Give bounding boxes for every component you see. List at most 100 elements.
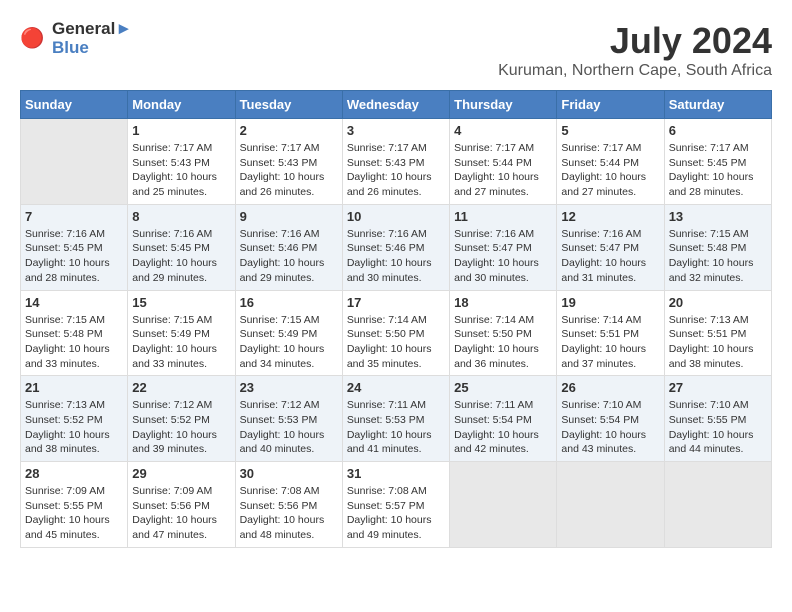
week-row-2: 7Sunrise: 7:16 AM Sunset: 5:45 PM Daylig… (21, 204, 772, 290)
day-info: Sunrise: 7:14 AM Sunset: 5:50 PM Dayligh… (347, 313, 445, 372)
day-info: Sunrise: 7:10 AM Sunset: 5:54 PM Dayligh… (561, 398, 659, 457)
day-info: Sunrise: 7:09 AM Sunset: 5:55 PM Dayligh… (25, 484, 123, 543)
day-number: 21 (25, 380, 123, 395)
calendar-cell: 17 Sunrise: 7:14 AM Sunset: 5:50 PM Dayli… (342, 290, 449, 376)
calendar-cell: 11Sunrise: 7:16 AM Sunset: 5:47 PM Dayli… (450, 204, 557, 290)
calendar-cell: 14 Sunrise: 7:15 AM Sunset: 5:48 PM Dayli… (21, 290, 128, 376)
calendar-cell: 16Sunrise: 7:15 AM Sunset: 5:49 PM Dayli… (235, 290, 342, 376)
day-info: Sunrise: 7:08 AM Sunset: 5:57 PM Dayligh… (347, 484, 445, 543)
day-number: 1 (132, 123, 230, 138)
day-info: Sunrise: 7:11 AM Sunset: 5:54 PM Dayligh… (454, 398, 552, 457)
day-info: Sunrise: 7:16 AM Sunset: 5:47 PM Dayligh… (454, 227, 552, 286)
week-row-1: 1 Sunrise: 7:17 AM Sunset: 5:43 PM Daylig… (21, 119, 772, 205)
day-info: Sunrise: 7:16 AM Sunset: 5:45 PM Dayligh… (132, 227, 230, 286)
day-number: 23 (240, 380, 338, 395)
day-info: Sunrise: 7:15 AM Sunset: 5:48 PM Dayligh… (669, 227, 767, 286)
day-number: 20 (669, 295, 767, 310)
empty-cell (21, 119, 128, 205)
day-info: Sunrise: 7:12 AM Sunset: 5:52 PM Dayligh… (132, 398, 230, 457)
day-number: 3 (347, 123, 445, 138)
day-info: Sunrise: 7:14 AM Sunset: 5:50 PM Dayligh… (454, 313, 552, 372)
day-info: Sunrise: 7:09 AM Sunset: 5:56 PM Dayligh… (132, 484, 230, 543)
day-info: Sunrise: 7:17 AM Sunset: 5:44 PM Dayligh… (454, 141, 552, 200)
calendar-cell: 20 Sunrise: 7:13 AM Sunset: 5:51 PM Dayli… (664, 290, 771, 376)
col-wednesday: Wednesday (342, 91, 449, 119)
calendar-cell: 26Sunrise: 7:10 AM Sunset: 5:54 PM Dayli… (557, 376, 664, 462)
col-saturday: Saturday (664, 91, 771, 119)
empty-cell (450, 462, 557, 548)
calendar-cell: 18 Sunrise: 7:14 AM Sunset: 5:50 PM Dayli… (450, 290, 557, 376)
day-info: Sunrise: 7:16 AM Sunset: 5:46 PM Dayligh… (240, 227, 338, 286)
day-number: 12 (561, 209, 659, 224)
day-info: Sunrise: 7:16 AM Sunset: 5:47 PM Dayligh… (561, 227, 659, 286)
day-number: 22 (132, 380, 230, 395)
logo-blue: Blue (52, 39, 132, 58)
calendar-cell: 29 Sunrise: 7:09 AM Sunset: 5:56 PM Dayli… (128, 462, 235, 548)
day-info: Sunrise: 7:16 AM Sunset: 5:45 PM Dayligh… (25, 227, 123, 286)
calendar-cell: 6Sunrise: 7:17 AM Sunset: 5:45 PM Daylig… (664, 119, 771, 205)
week-row-5: 28 Sunrise: 7:09 AM Sunset: 5:55 PM Dayli… (21, 462, 772, 548)
day-info: Sunrise: 7:15 AM Sunset: 5:49 PM Dayligh… (132, 313, 230, 372)
calendar-cell: 1 Sunrise: 7:17 AM Sunset: 5:43 PM Daylig… (128, 119, 235, 205)
day-number: 5 (561, 123, 659, 138)
calendar-cell: 9 Sunrise: 7:16 AM Sunset: 5:46 PM Daylig… (235, 204, 342, 290)
day-info: Sunrise: 7:17 AM Sunset: 5:43 PM Dayligh… (132, 141, 230, 200)
calendar-cell: 5 Sunrise: 7:17 AM Sunset: 5:44 PM Daylig… (557, 119, 664, 205)
calendar-cell: 7Sunrise: 7:16 AM Sunset: 5:45 PM Daylig… (21, 204, 128, 290)
calendar-cell: 27Sunrise: 7:10 AM Sunset: 5:55 PM Dayli… (664, 376, 771, 462)
day-number: 16 (240, 295, 338, 310)
day-info: Sunrise: 7:17 AM Sunset: 5:43 PM Dayligh… (240, 141, 338, 200)
day-number: 28 (25, 466, 123, 481)
page-header: 🔴 General► Blue July 2024 Kuruman, North… (20, 20, 772, 80)
calendar-cell: 25 Sunrise: 7:11 AM Sunset: 5:54 PM Dayli… (450, 376, 557, 462)
calendar-cell: 30 Sunrise: 7:08 AM Sunset: 5:56 PM Dayli… (235, 462, 342, 548)
calendar-cell: 22 Sunrise: 7:12 AM Sunset: 5:52 PM Dayli… (128, 376, 235, 462)
col-sunday: Sunday (21, 91, 128, 119)
calendar-cell: 15Sunrise: 7:15 AM Sunset: 5:49 PM Dayli… (128, 290, 235, 376)
day-number: 25 (454, 380, 552, 395)
col-thursday: Thursday (450, 91, 557, 119)
day-number: 18 (454, 295, 552, 310)
calendar-cell: 21 Sunrise: 7:13 AM Sunset: 5:52 PM Dayli… (21, 376, 128, 462)
day-info: Sunrise: 7:13 AM Sunset: 5:51 PM Dayligh… (669, 313, 767, 372)
day-number: 14 (25, 295, 123, 310)
day-number: 10 (347, 209, 445, 224)
calendar-cell: 10 Sunrise: 7:16 AM Sunset: 5:46 PM Dayli… (342, 204, 449, 290)
calendar-cell: 19 Sunrise: 7:14 AM Sunset: 5:51 PM Dayli… (557, 290, 664, 376)
logo-general: General (52, 19, 115, 38)
day-info: Sunrise: 7:17 AM Sunset: 5:43 PM Dayligh… (347, 141, 445, 200)
calendar-cell: 12 Sunrise: 7:16 AM Sunset: 5:47 PM Dayli… (557, 204, 664, 290)
empty-cell (557, 462, 664, 548)
day-info: Sunrise: 7:13 AM Sunset: 5:52 PM Dayligh… (25, 398, 123, 457)
svg-text:🔴: 🔴 (20, 26, 44, 49)
day-info: Sunrise: 7:10 AM Sunset: 5:55 PM Dayligh… (669, 398, 767, 457)
day-number: 31 (347, 466, 445, 481)
week-row-3: 14 Sunrise: 7:15 AM Sunset: 5:48 PM Dayli… (21, 290, 772, 376)
day-info: Sunrise: 7:11 AM Sunset: 5:53 PM Dayligh… (347, 398, 445, 457)
calendar-cell: 13 Sunrise: 7:15 AM Sunset: 5:48 PM Dayli… (664, 204, 771, 290)
location: Kuruman, Northern Cape, South Africa (498, 62, 772, 80)
header-row: Sunday Monday Tuesday Wednesday Thursday… (21, 91, 772, 119)
day-number: 29 (132, 466, 230, 481)
day-number: 6 (669, 123, 767, 138)
col-monday: Monday (128, 91, 235, 119)
empty-cell (664, 462, 771, 548)
day-info: Sunrise: 7:08 AM Sunset: 5:56 PM Dayligh… (240, 484, 338, 543)
title-block: July 2024 Kuruman, Northern Cape, South … (498, 20, 772, 80)
day-number: 19 (561, 295, 659, 310)
day-number: 2 (240, 123, 338, 138)
calendar-cell: 2 Sunrise: 7:17 AM Sunset: 5:43 PM Daylig… (235, 119, 342, 205)
calendar-cell: 31 Sunrise: 7:08 AM Sunset: 5:57 PM Dayli… (342, 462, 449, 548)
day-number: 30 (240, 466, 338, 481)
calendar-cell: 8 Sunrise: 7:16 AM Sunset: 5:45 PM Daylig… (128, 204, 235, 290)
day-number: 17 (347, 295, 445, 310)
day-number: 8 (132, 209, 230, 224)
day-info: Sunrise: 7:15 AM Sunset: 5:48 PM Dayligh… (25, 313, 123, 372)
day-number: 13 (669, 209, 767, 224)
logo-bird-icon: 🔴 (20, 25, 48, 53)
day-info: Sunrise: 7:14 AM Sunset: 5:51 PM Dayligh… (561, 313, 659, 372)
day-info: Sunrise: 7:16 AM Sunset: 5:46 PM Dayligh… (347, 227, 445, 286)
day-number: 9 (240, 209, 338, 224)
col-friday: Friday (557, 91, 664, 119)
day-info: Sunrise: 7:17 AM Sunset: 5:44 PM Dayligh… (561, 141, 659, 200)
